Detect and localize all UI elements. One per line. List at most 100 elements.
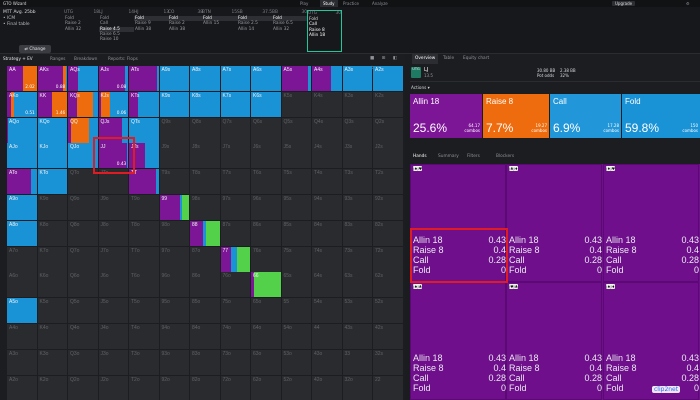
position-co-3[interactable]: CO 38 Fold Raise 2 Allin 38 xyxy=(168,10,203,52)
hand-combo-card[interactable]: J♦J♥ Allin 18 0.43 Raise 8 0.4 Call 0.28 Fold 0 xyxy=(603,164,699,282)
hand-cell[interactable]: T6s xyxy=(251,169,281,195)
hand-cell[interactable]: 54o xyxy=(281,324,312,350)
hand-cell[interactable]: AA 2.02 xyxy=(7,66,37,92)
position-action[interactable]: Allin 14 xyxy=(237,27,272,32)
hand-cell[interactable]: 96o xyxy=(159,272,190,298)
change-button[interactable]: ⇄ Change xyxy=(19,45,51,53)
hand-cell[interactable]: Q6o xyxy=(68,272,98,298)
hand-cell[interactable]: A8o xyxy=(7,220,37,246)
hand-cell[interactable]: 52s xyxy=(373,298,403,324)
hand-cell[interactable]: 84s xyxy=(312,220,342,246)
hand-cell[interactable]: ATo xyxy=(7,169,37,195)
hand-cell[interactable]: K8s xyxy=(190,91,220,117)
hand-cell[interactable]: T3o xyxy=(129,349,159,375)
hand-cell[interactable]: A9s xyxy=(159,66,190,92)
hand-cell[interactable]: 62s xyxy=(373,272,403,298)
position-action[interactable]: Allin 38 xyxy=(134,27,169,32)
tab-reports-flops[interactable]: Reports: Flops xyxy=(108,54,138,64)
hand-cell[interactable]: K6s xyxy=(251,91,281,117)
hand-cell[interactable]: K7s xyxy=(220,91,251,117)
hand-cell[interactable]: KTo xyxy=(37,169,68,195)
hand-cell[interactable]: 95o xyxy=(159,298,190,324)
hand-cell[interactable]: J8s xyxy=(190,143,220,169)
hand-cell[interactable]: Q5s xyxy=(281,117,312,143)
hand-cell[interactable]: 73s xyxy=(342,246,373,272)
tab-filters[interactable]: Filters xyxy=(467,152,480,162)
hand-cell[interactable]: T3s xyxy=(342,169,373,195)
hand-cell[interactable]: K9o xyxy=(37,195,68,221)
settings-icon[interactable]: ⚙ xyxy=(686,0,690,7)
hand-cell[interactable]: T2s xyxy=(373,169,403,195)
hand-cell[interactable]: T2o xyxy=(129,375,159,400)
hand-cell[interactable]: 99 xyxy=(159,195,190,221)
hand-cell[interactable]: J3o xyxy=(98,349,129,375)
upgrade-button[interactable]: Upgrade xyxy=(612,1,636,6)
hand-cell[interactable]: K2s xyxy=(373,91,403,117)
tab-ranges[interactable]: Ranges xyxy=(50,54,65,64)
hand-cell[interactable]: T8o xyxy=(129,220,159,246)
hand-cell[interactable]: A4s xyxy=(312,66,342,92)
hand-cell[interactable]: J6o xyxy=(98,272,129,298)
hand-cell[interactable]: 87o xyxy=(190,246,220,272)
hand-cell[interactable]: A9o xyxy=(7,195,37,221)
hand-cell[interactable]: J6s xyxy=(251,143,281,169)
hand-cell[interactable]: 42o xyxy=(312,375,342,400)
position-utg-7[interactable]: UTG 30 Fold Call Raise 8 Allin 18 xyxy=(307,10,342,52)
hand-cell[interactable]: T5s xyxy=(281,169,312,195)
hand-cell[interactable]: 75s xyxy=(281,246,312,272)
position-hj-2[interactable]: HJ 13 Fold Raise 9 Allin 38 xyxy=(134,10,169,52)
hand-cell[interactable]: 33 xyxy=(342,349,373,375)
hand-cell[interactable]: J4s xyxy=(312,143,342,169)
game-format-box[interactable]: MTT Avg. 25bb • ICM • Final table ⇄ Chan… xyxy=(3,10,58,53)
position-sb-5[interactable]: SB 37.5 Fold Raise 2.5 Allin 14 xyxy=(237,10,272,52)
hand-cell[interactable]: 83o xyxy=(190,349,220,375)
position-lj-1[interactable]: LJ 14 Fold Call Raise 4.5 Raise 6.5 Raise 10 xyxy=(99,10,134,52)
hand-cell[interactable]: Q5o xyxy=(68,298,98,324)
hand-cell[interactable]: J8o xyxy=(98,220,129,246)
hand-cell[interactable]: 82o xyxy=(190,375,220,400)
nav-practice[interactable]: Practice xyxy=(343,0,359,7)
hand-cell[interactable]: ATs xyxy=(129,66,159,92)
hand-cell[interactable]: 32s xyxy=(373,349,403,375)
hand-cell[interactable]: 64o xyxy=(251,324,281,350)
hand-cell[interactable]: 85s xyxy=(281,220,312,246)
hand-cell[interactable]: 53o xyxy=(281,349,312,375)
hand-cell[interactable]: 82s xyxy=(373,220,403,246)
nav-analyze[interactable]: Analyze xyxy=(372,0,388,7)
hand-cell[interactable]: Q2s xyxy=(373,117,403,143)
hand-cell[interactable]: 84o xyxy=(190,324,220,350)
hand-cell[interactable]: K4o xyxy=(37,324,68,350)
hand-cell[interactable]: T9o xyxy=(129,195,159,221)
position-action[interactable]: Allin 32 xyxy=(64,27,99,32)
hand-cell[interactable]: 98s xyxy=(190,195,220,221)
position-action[interactable]: Allin 32 xyxy=(272,27,307,32)
hand-cell[interactable]: 92s xyxy=(373,195,403,221)
position-action[interactable]: Raise 10 xyxy=(99,37,134,42)
hand-cell[interactable]: J2s xyxy=(373,143,403,169)
hand-cell[interactable]: 86o xyxy=(190,272,220,298)
hand-cell[interactable]: J9s xyxy=(159,143,190,169)
hand-cell[interactable]: KJs 0.06 xyxy=(98,91,129,117)
hand-cell[interactable]: K9s xyxy=(159,91,190,117)
hand-cell[interactable]: 93o xyxy=(159,349,190,375)
hand-cell[interactable]: T8s xyxy=(190,169,220,195)
action-box-allin-18[interactable]: Allin 18 25.6% 64.17 combos xyxy=(410,94,482,138)
hand-cell[interactable]: 76s xyxy=(251,246,281,272)
hand-cell[interactable]: 98o xyxy=(159,220,190,246)
hand-cell[interactable]: A3s xyxy=(342,66,373,92)
hand-cell[interactable]: 95s xyxy=(281,195,312,221)
hand-cell[interactable]: KQs xyxy=(68,91,98,117)
hand-cell[interactable]: K3s xyxy=(342,91,373,117)
hand-cell[interactable]: 96s xyxy=(251,195,281,221)
hand-cell[interactable]: 93s xyxy=(342,195,373,221)
action-box-raise-8[interactable]: Raise 8 7.7% 19.27 combos xyxy=(483,94,549,138)
hand-cell[interactable]: Q9o xyxy=(68,195,98,221)
tab-equity-chart[interactable]: Equity chart xyxy=(463,54,489,64)
hand-cell[interactable]: A5s xyxy=(281,66,312,92)
hand-cell[interactable]: J7s xyxy=(220,143,251,169)
hand-cell[interactable]: 62o xyxy=(251,375,281,400)
hand-cell[interactable]: T9s xyxy=(159,169,190,195)
hand-cell[interactable]: Q8o xyxy=(68,220,98,246)
action-box-call[interactable]: Call 6.9% 17.28 combos xyxy=(550,94,621,138)
hand-cell[interactable]: 43o xyxy=(312,349,342,375)
